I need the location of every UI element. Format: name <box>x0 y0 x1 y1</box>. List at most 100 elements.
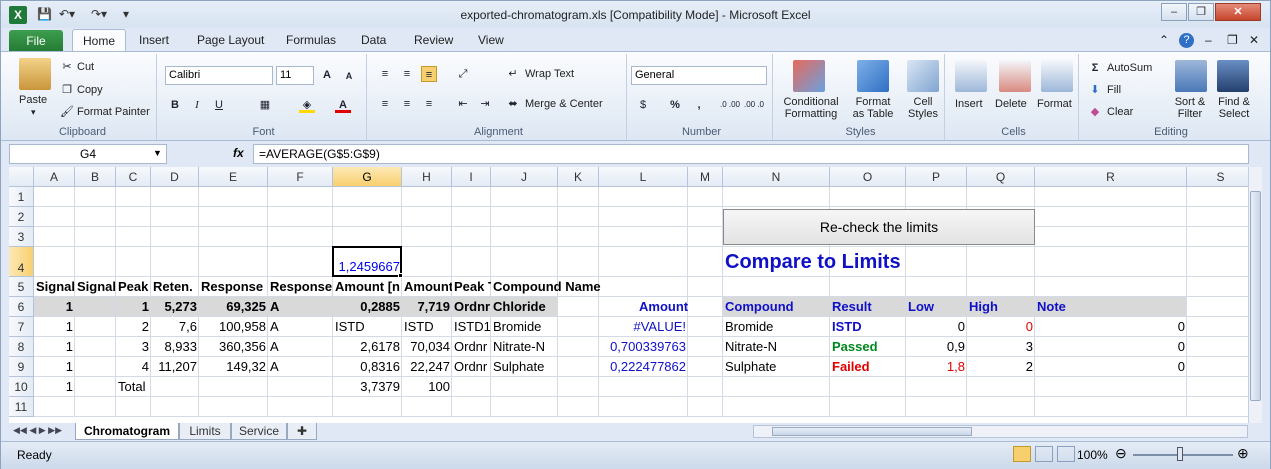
limits-header-n[interactable]: Compound <box>723 297 830 317</box>
cell-f7[interactable]: A <box>268 317 333 337</box>
cell-e8[interactable]: 360,356 <box>199 337 268 357</box>
row-header-8[interactable]: 8 <box>9 337 34 357</box>
cell-g8[interactable]: 2,6178 <box>333 337 402 357</box>
grow-font-icon[interactable]: A <box>319 67 335 83</box>
select-all-corner[interactable] <box>9 167 34 187</box>
limits-note[interactable]: 0 <box>1035 317 1187 337</box>
sort-filter-icon[interactable] <box>1175 60 1207 92</box>
fill-color-icon[interactable]: ◈ <box>299 97 315 113</box>
align-right-icon[interactable]: ≡ <box>421 96 437 112</box>
zoom-out-icon[interactable]: ⊖ <box>1115 445 1127 462</box>
amount-pct-value[interactable]: #VALUE! <box>599 317 688 337</box>
row-header-1[interactable]: 1 <box>9 187 34 207</box>
cut-icon[interactable]: ✂ <box>59 59 75 75</box>
paste-dropdown-icon[interactable]: ▾ <box>31 107 36 118</box>
cell-d8[interactable]: 8,933 <box>151 337 199 357</box>
limits-compound[interactable]: Bromide <box>723 317 830 337</box>
limits-header-p[interactable]: Low <box>906 297 967 317</box>
header-h[interactable]: Amount <box>402 277 452 297</box>
decrease-decimal-icon[interactable]: .00 .0 <box>743 97 765 113</box>
column-header-i[interactable]: I <box>452 167 491 187</box>
align-center-icon[interactable]: ≡ <box>399 96 415 112</box>
limits-low[interactable]: 1,8 <box>906 357 967 377</box>
increase-decimal-icon[interactable]: .0 .00 <box>719 97 741 113</box>
merge-center-icon[interactable]: ⬌ <box>505 96 521 112</box>
limits-compound[interactable]: Sulphate <box>723 357 830 377</box>
sheet-tab-chromatogram[interactable]: Chromatogram <box>75 423 179 440</box>
find-select-button[interactable]: Find & Select <box>1211 96 1257 120</box>
cell-g10[interactable]: 3,7379 <box>333 377 402 397</box>
column-header-c[interactable]: C <box>116 167 151 187</box>
row-header-7[interactable]: 7 <box>9 317 34 337</box>
percent-button[interactable]: % <box>667 97 683 113</box>
cell-styles-icon[interactable] <box>907 60 939 92</box>
tab-insert[interactable]: Insert <box>139 33 169 47</box>
cell-g6[interactable]: 0,2885 <box>333 297 402 317</box>
cell-c6[interactable]: 1 <box>116 297 151 317</box>
cell-j8[interactable]: Nitrate-N <box>491 337 558 357</box>
decrease-indent-icon[interactable]: ⇤ <box>455 96 471 112</box>
doc-restore-icon[interactable]: ❐ <box>1227 33 1238 47</box>
align-bottom-icon[interactable]: ≡ <box>421 66 437 82</box>
cell-e7[interactable]: 100,958 <box>199 317 268 337</box>
delete-cells-button[interactable]: Delete <box>995 98 1027 110</box>
row-header-2[interactable]: 2 <box>9 207 34 227</box>
column-header-b[interactable]: B <box>75 167 116 187</box>
cut-button[interactable]: Cut <box>77 61 94 73</box>
formula-input[interactable]: =AVERAGE(G$5:G$9) <box>253 144 1249 164</box>
tab-formulas[interactable]: Formulas <box>286 33 336 47</box>
column-header-r[interactable]: R <box>1035 167 1187 187</box>
name-box[interactable]: G4 <box>9 144 167 164</box>
format-cells-button[interactable]: Format <box>1037 98 1072 110</box>
align-top-icon[interactable]: ≡ <box>377 66 393 82</box>
align-middle-icon[interactable]: ≡ <box>399 66 415 82</box>
row-header-3[interactable]: 3 <box>9 227 34 247</box>
cell-styles-button[interactable]: Cell Styles <box>901 96 945 120</box>
header-g[interactable]: Amount [n <box>333 277 402 297</box>
orientation-icon[interactable]: ⤢ <box>455 66 471 82</box>
horizontal-scroll-thumb[interactable] <box>772 427 972 436</box>
sheet-nav-icons[interactable]: ◀◀ ◀ ▶ ▶▶ <box>13 425 62 436</box>
autosum-icon[interactable]: Σ <box>1087 60 1103 76</box>
cell-g9[interactable]: 0,8316 <box>333 357 402 377</box>
limits-header-q[interactable]: High <box>967 297 1035 317</box>
cell-j7[interactable]: Bromide <box>491 317 558 337</box>
insert-cells-icon[interactable] <box>955 60 987 92</box>
limits-result[interactable]: Failed <box>830 357 906 377</box>
bold-button[interactable]: B <box>167 97 183 113</box>
format-painter-button[interactable]: Format Painter <box>77 106 150 118</box>
limits-header-r[interactable]: Note <box>1035 297 1187 317</box>
cell-d7[interactable]: 7,6 <box>151 317 199 337</box>
close-button[interactable]: ✕ <box>1215 3 1261 21</box>
find-select-icon[interactable] <box>1217 60 1249 92</box>
sort-filter-button[interactable]: Sort & Filter <box>1167 96 1213 120</box>
font-size-combo[interactable]: 11 <box>276 66 314 85</box>
limits-result[interactable]: ISTD <box>830 317 906 337</box>
currency-icon[interactable]: $ <box>635 97 651 113</box>
cell-d6[interactable]: 5,273 <box>151 297 199 317</box>
shrink-font-icon[interactable]: A <box>341 68 357 84</box>
horizontal-scrollbar[interactable] <box>753 425 1248 438</box>
column-header-o[interactable]: O <box>830 167 906 187</box>
row-header-4[interactable]: 4 <box>9 247 34 277</box>
header-i[interactable]: Peak T <box>452 277 491 297</box>
limits-low[interactable]: 0,9 <box>906 337 967 357</box>
zoom-slider-thumb[interactable] <box>1177 447 1183 461</box>
column-header-j[interactable]: J <box>491 167 558 187</box>
column-header-m[interactable]: M <box>688 167 723 187</box>
tab-data[interactable]: Data <box>361 33 386 47</box>
row-header-10[interactable]: 10 <box>9 377 34 397</box>
format-as-table-icon[interactable] <box>857 60 889 92</box>
vertical-scroll-thumb[interactable] <box>1250 191 1261 401</box>
cell-h10[interactable]: 100 <box>402 377 452 397</box>
column-header-l[interactable]: L <box>599 167 688 187</box>
cell-f6[interactable]: A <box>268 297 333 317</box>
limits-high[interactable]: 3 <box>967 337 1035 357</box>
selected-cell-g4[interactable] <box>332 246 402 277</box>
limits-note[interactable]: 0 <box>1035 337 1187 357</box>
header-c[interactable]: Peak <box>116 277 151 297</box>
doc-minimize-icon[interactable]: – <box>1205 33 1212 47</box>
format-painter-icon[interactable]: 🖌 <box>59 104 75 120</box>
header-f[interactable]: Response <box>268 277 333 297</box>
limits-note[interactable]: 0 <box>1035 357 1187 377</box>
